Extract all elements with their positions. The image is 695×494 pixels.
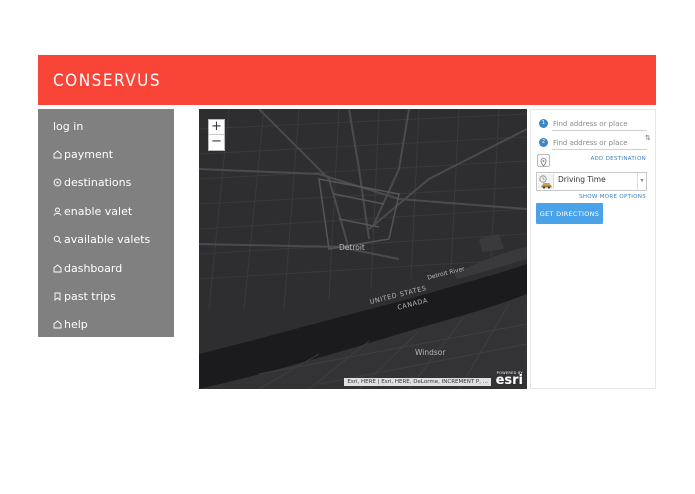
app-header: CONSERVUS [38,55,656,105]
stop-2-badge: 2 [539,138,548,147]
map-label-windsor: Windsor [415,348,446,357]
map-view[interactable]: + − Detroit Detroit River UNITED STATES … [199,109,527,389]
sidebar-item-label: dashboard [64,262,123,275]
esri-wordmark: esri [495,373,523,388]
directions-panel: 1 2 ⇅ ADD DESTINATION Driving Time ▼ SHO… [530,109,656,389]
zoom-in-button[interactable]: + [209,120,224,135]
search-icon [53,235,62,244]
add-destination-link[interactable]: ADD DESTINATION [590,156,646,162]
esri-logo[interactable]: POWERED BY esri [496,371,523,387]
sidebar-item-log-in[interactable]: log in [53,120,83,133]
home-icon [53,320,62,329]
travel-mode-value: Driving Time [558,175,606,184]
home-icon [53,264,62,273]
sidebar-item-label: payment [64,148,114,161]
map-label-detroit: Detroit [339,243,365,252]
swap-icon[interactable]: ⇅ [645,134,651,142]
sidebar-item-available-valets[interactable]: available valets [53,233,150,246]
bookmark-icon [53,292,62,301]
zoom-out-button[interactable]: − [209,135,224,150]
sidebar-item-payment[interactable]: payment [53,148,113,161]
home-icon [53,150,62,159]
location-pin-icon [53,178,62,187]
zoom-controls: + − [208,119,225,151]
car-icon [538,174,554,189]
sidebar-item-past-trips[interactable]: past trips [53,290,116,303]
stop-1-badge: 1 [539,119,548,128]
sidebar-item-dashboard[interactable]: dashboard [53,262,122,275]
my-location-button[interactable] [537,154,550,167]
map-attribution[interactable]: Esri, HERE | Esri, HERE, DeLorme, INCREM… [344,378,491,386]
chevron-down-icon: ▼ [637,173,646,190]
location-pin-icon [540,158,547,167]
sidebar-item-label: destinations [64,176,132,189]
brand-logo[interactable]: CONSERVUS [53,71,161,91]
sidebar-item-enable-valet[interactable]: enable valet [53,205,132,218]
show-more-options-link[interactable]: SHOW MORE OPTIONS [579,194,646,200]
sidebar-item-destinations[interactable]: destinations [53,176,131,189]
travel-mode-select[interactable]: Driving Time ▼ [536,172,647,191]
get-directions-button[interactable]: GET DIRECTIONS [536,203,603,224]
sidebar-item-label: enable valet [64,205,133,218]
sidebar-item-label: past trips [64,290,116,303]
sidebar-nav: log in payment destinations enable valet… [38,109,174,337]
user-icon [53,207,62,216]
sidebar-item-label: help [64,318,88,331]
stop-2-input[interactable] [552,136,647,150]
sidebar-item-label: available valets [64,233,151,246]
stop-1-input[interactable] [552,117,647,131]
sidebar-item-label: log in [53,120,84,133]
sidebar-item-help[interactable]: help [53,318,88,331]
